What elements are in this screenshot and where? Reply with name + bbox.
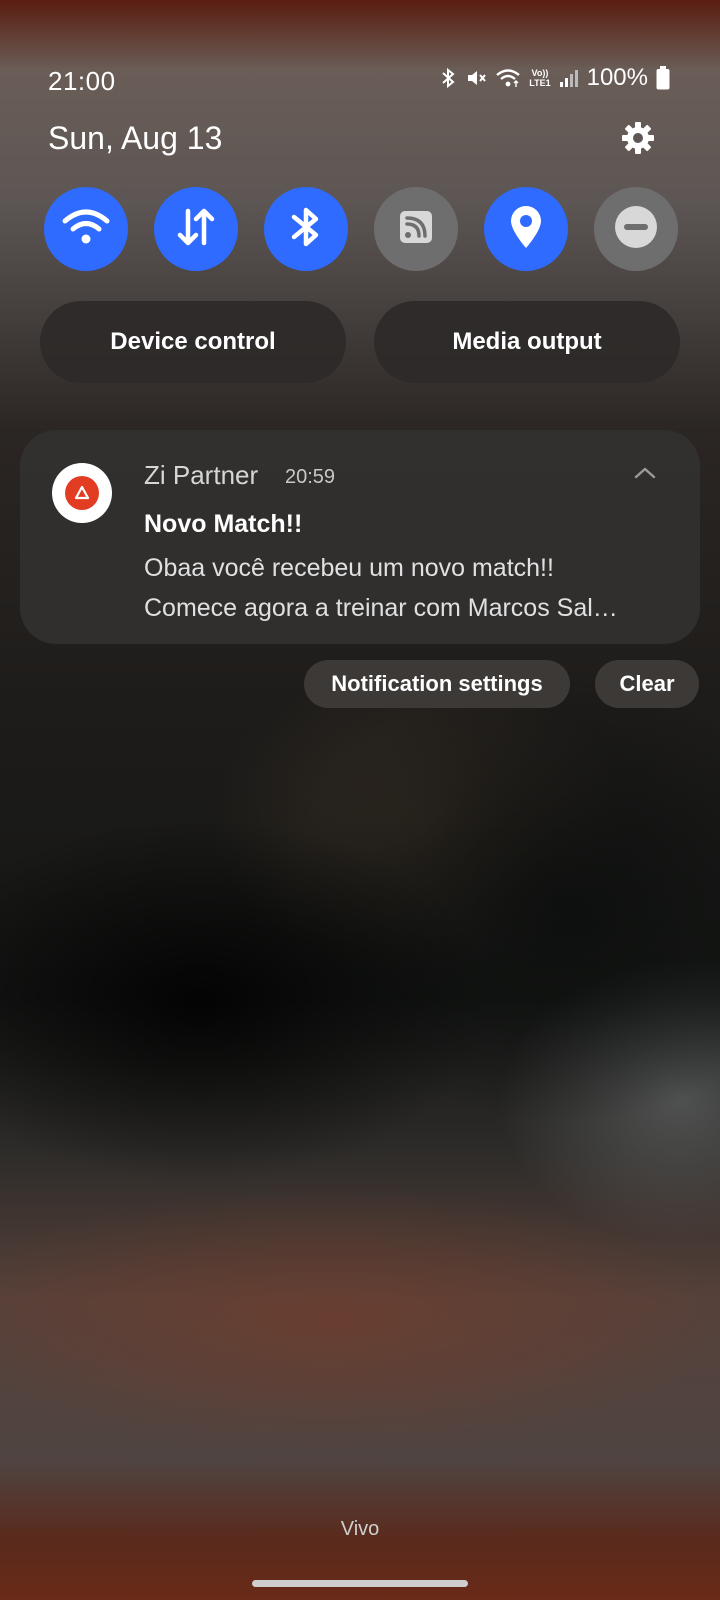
battery-icon — [656, 66, 670, 90]
mute-icon — [465, 67, 487, 89]
notification-body-line: Comece agora a treinar com Marcos Sal… — [144, 594, 618, 622]
zi-partner-logo-icon — [65, 476, 99, 510]
carrier-label: Vivo — [340, 1518, 380, 1540]
app-icon — [52, 463, 112, 523]
media-output-button[interactable]: Media output — [374, 301, 680, 383]
data-arrows-icon — [174, 205, 218, 254]
notification-time: 20:59 — [285, 466, 336, 488]
notification-body-line: Obaa você recebeu um novo match!! — [144, 554, 554, 582]
battery-percent: 100% — [586, 64, 648, 91]
notification-card[interactable]: Zi Partner 20:59 Novo Match!! Obaa você … — [20, 430, 700, 644]
tile-cast[interactable] — [374, 187, 458, 271]
tile-wifi[interactable] — [44, 187, 128, 271]
signal-icon — [559, 68, 579, 88]
minus-circle-icon — [614, 205, 658, 254]
tile-do-not-disturb[interactable] — [594, 187, 678, 271]
wifi-icon — [62, 207, 110, 252]
bluetooth-icon — [439, 67, 457, 89]
volte-label: Vo)) — [531, 68, 549, 78]
status-time: 21:00 — [48, 66, 116, 96]
bluetooth-icon — [286, 204, 326, 255]
notification-title: Novo Match!! — [144, 510, 303, 538]
notification-shade: 21:00 Vo)) LTE1 100% Sun, Aug 13 Device … — [0, 0, 720, 1600]
cast-icon — [396, 207, 436, 252]
quick-settings-tiles — [44, 187, 678, 271]
gesture-handle[interactable] — [252, 1580, 468, 1587]
location-pin-icon — [506, 204, 546, 255]
clear-button[interactable]: Clear — [595, 660, 699, 708]
notification-body: Obaa você recebeu um novo match!! Comece… — [144, 548, 670, 628]
tile-mobile-data[interactable] — [154, 187, 238, 271]
status-icons: Vo)) LTE1 100% — [439, 64, 670, 92]
chevron-up-icon[interactable] — [630, 458, 660, 488]
device-control-button[interactable]: Device control — [40, 301, 346, 383]
notification-settings-button[interactable]: Notification settings — [304, 660, 570, 708]
tile-bluetooth[interactable] — [264, 187, 348, 271]
lte-label: LTE1 — [529, 78, 551, 88]
notification-app-name: Zi Partner — [144, 460, 259, 490]
volte-icon: Vo)) LTE1 — [529, 68, 550, 88]
gear-icon[interactable] — [620, 120, 656, 156]
tile-location[interactable] — [484, 187, 568, 271]
wifi-icon — [495, 67, 521, 89]
date-label: Sun, Aug 13 — [48, 120, 223, 156]
